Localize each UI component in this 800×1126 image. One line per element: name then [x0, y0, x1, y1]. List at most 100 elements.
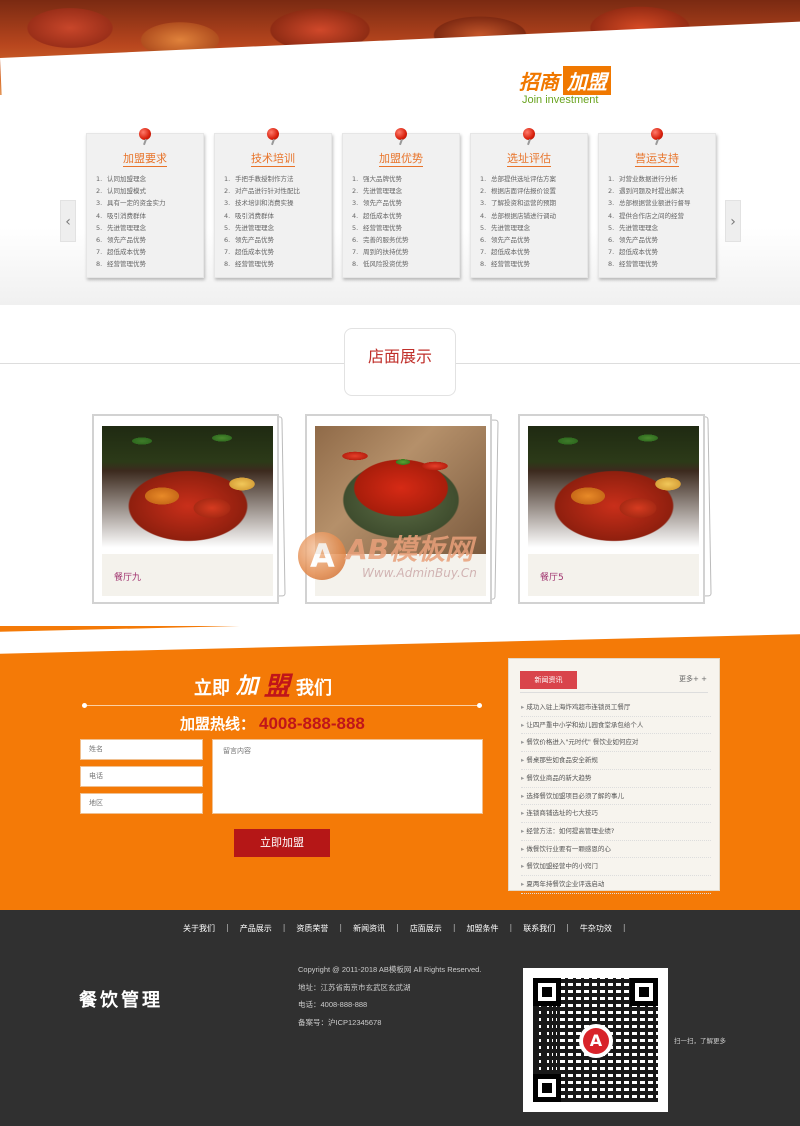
list-item: 5. 先进管理理念 [96, 223, 146, 232]
divider [82, 703, 482, 708]
news-item[interactable]: 成功入驻上海炸鸡超市连锁员工餐厅 [521, 699, 711, 717]
address-text: 地址：江苏省南京市玄武区玄武湖 [298, 982, 411, 992]
store-photo-label: 餐厅九 [114, 573, 142, 583]
list-item: 7. 超低成本优势 [224, 248, 274, 257]
carousel-next-button[interactable]: › [725, 200, 741, 242]
join-card: 选址评估 1. 总部提供选址评估方案 2. 根据店面评估报价设置 3. 了解投资和运营的预期… [470, 128, 588, 278]
footer-nav-link[interactable]: 新闻资讯 [353, 923, 385, 934]
list-item: 1. 手把手教授制作方法 [224, 175, 294, 183]
icp-text: 备案号：沪ICP12345678 [298, 1017, 382, 1027]
footer-info: Copyright @ 2011-2018 AB模板网 All Rights R… [298, 964, 481, 1034]
name-field[interactable] [80, 739, 203, 760]
footer-nav-link[interactable]: 店面展示 [410, 923, 442, 934]
store-photo[interactable] [528, 426, 699, 554]
list-item: 8. 经营管理优势 [96, 260, 146, 269]
list-item: 5. 经营管理优势 [352, 223, 402, 232]
hero-banner [0, 0, 800, 112]
list-item: 5. 先进管理理念 [608, 223, 658, 232]
join-card-list: 1. 手把手教授制作方法 2. 对产品进行针对性配比 3. 技术培训和消费实操 4. 吸引消费… [215, 173, 331, 271]
pushpin-icon [267, 128, 279, 140]
list-item: 8. 低风险投资优势 [352, 260, 409, 269]
list-item: 8. 经营管理优势 [224, 260, 274, 269]
news-item[interactable]: 选择餐饮加盟项目必须了解的事儿 [521, 788, 711, 806]
list-item: 2. 遇到问题及时提出解决 [608, 187, 684, 196]
copyright-text: Copyright @ 2011-2018 AB模板网 All Rights R… [298, 965, 482, 974]
list-item: 7. 超低成本优势 [480, 248, 530, 257]
news-panel: 新闻资讯 更多+ + 成功入驻上海炸鸡超市连锁员工餐厅让四严重中小学和幼儿园食堂… [508, 658, 720, 894]
qr-caption: 扫一扫，了解更多 [674, 1037, 726, 1045]
join-card: 技术培训 1. 手把手教授制作方法 2. 对产品进行针对性配比 3. 技术培训和消费实操 4.… [214, 128, 332, 278]
qr-code-icon [523, 968, 668, 1112]
watermark-brand: AB模板网 [346, 533, 474, 566]
region-field[interactable] [80, 793, 203, 814]
watermark-url: Www.AdminBuy.Cn [362, 566, 477, 580]
watermark: A AB模板网 Www.AdminBuy.Cn [298, 528, 508, 588]
store-photo-card[interactable]: 餐厅5 [518, 414, 705, 604]
list-item: 7. 超低成本优势 [96, 248, 146, 257]
news-item[interactable]: 餐饮业商品的新大趋势 [521, 770, 711, 788]
list-item: 8. 经营管理优势 [480, 260, 530, 269]
footer-nav: 关于我们 | 产品展示 | 资质荣誉 | 新闻资讯 | 店面展示 | 加盟条件 | 联系我们 | 牛杂功效 | [183, 923, 626, 934]
pushpin-icon [523, 128, 535, 140]
news-list: 成功入驻上海炸鸡超市连锁员工餐厅让四严重中小学和幼儿园食堂承包给个人餐饮价格进入… [521, 699, 711, 894]
cta-title: 立即 加 盟 我们 [194, 672, 333, 702]
hotline: 加盟热线： 4008-888-888 [180, 713, 365, 734]
join-card: 营运支持 1. 对营业数据进行分析 2. 遇到问题及时提出解决 3. 总部根据营业额进行督导… [598, 128, 716, 278]
hotline-label: 加盟热线： [180, 715, 256, 733]
join-heading: 招商 加盟 [519, 65, 611, 95]
join-submit-button[interactable]: 立即加盟 [234, 829, 330, 857]
pushpin-icon [395, 128, 407, 140]
tab-news[interactable]: 新闻资讯 [520, 671, 577, 689]
footer-nav-link[interactable]: 联系我们 [523, 923, 555, 934]
news-item[interactable]: 餐饮加盟经营中的小窍门 [521, 858, 711, 877]
join-card-list: 1. 对营业数据进行分析 2. 遇到问题及时提出解决 3. 总部根据营业额进行督导 4. 提供… [599, 173, 715, 271]
list-item: 6. 领先产品优势 [608, 236, 658, 245]
list-item: 2. 对产品进行针对性配比 [224, 187, 300, 196]
news-item[interactable]: 连锁商铺选址的七大技巧 [521, 805, 711, 823]
list-item: 6. 领先产品优势 [480, 236, 530, 245]
list-item: 1. 认同加盟理念 [96, 175, 146, 183]
store-photo[interactable] [102, 426, 273, 554]
list-item: 4. 总部根据店铺进行调动 [480, 211, 556, 220]
news-item[interactable]: 餐饮价格进入"元时代" 餐饮业如何应对 [521, 734, 711, 753]
join-subheading: Join investment [522, 94, 599, 106]
footer-nav-link[interactable]: 加盟条件 [467, 923, 499, 934]
list-item: 6. 领先产品优势 [224, 236, 274, 245]
list-item: 1. 强大品牌优势 [352, 175, 402, 183]
list-item: 6. 完善的服务优势 [352, 236, 409, 245]
list-item: 3. 具有一定的资金实力 [96, 199, 166, 208]
news-item[interactable]: 让四严重中小学和幼儿园食堂承包给个人 [521, 717, 711, 735]
qr-logo-icon [579, 1024, 613, 1058]
footer-nav-link[interactable]: 产品展示 [240, 923, 272, 934]
footer-nav-link[interactable]: 资质荣誉 [296, 923, 328, 934]
news-item[interactable]: 餐桌那些如食品安全新规 [521, 752, 711, 770]
pushpin-icon [139, 128, 151, 140]
list-item: 6. 领先产品优势 [96, 236, 146, 245]
store-photo-card[interactable]: 餐厅九 [92, 414, 279, 604]
footer-logo: 餐饮管理 [79, 990, 163, 1011]
join-heading-part1: 招商 [519, 69, 559, 94]
news-item[interactable]: 经营方法：如何提高管理业绩? [521, 823, 711, 841]
news-more-link[interactable]: 更多+ + [679, 674, 707, 684]
phone-field[interactable] [80, 766, 203, 787]
chevron-right-icon: › [730, 214, 736, 230]
join-card-title: 营运支持 [635, 152, 679, 165]
watermark-logo-icon: A [298, 532, 346, 580]
list-item: 3. 总部根据营业额进行督导 [608, 199, 691, 208]
carousel-prev-button[interactable]: ‹ [60, 200, 76, 242]
list-item: 3. 了解投资和运营的预期 [480, 199, 556, 208]
join-card-list: 1. 总部提供选址评估方案 2. 根据店面评估报价设置 3. 了解投资和运营的预期 4. 总部… [471, 173, 587, 271]
join-card-list: 1. 强大品牌优势 2. 先进管理理念 3. 领先产品优势 4. 超低成本优势 5. 经营管理优势… [343, 173, 459, 271]
footer-nav-link[interactable]: 牛杂功效 [580, 923, 612, 934]
list-item: 3. 领先产品优势 [352, 199, 402, 208]
news-item[interactable]: 做餐饮行业要有一颗感恩的心 [521, 841, 711, 859]
footer-nav-link[interactable]: 关于我们 [183, 923, 215, 934]
list-item: 5. 先进管理理念 [480, 223, 530, 232]
join-card-list: 1. 认同加盟理念 2. 认同加盟模式 3. 具有一定的资金实力 4. 吸引消费群体 5. 先进管… [87, 173, 203, 271]
list-item: 1. 对营业数据进行分析 [608, 175, 678, 183]
divider [0, 363, 344, 364]
list-item: 8. 经营管理优势 [608, 260, 658, 269]
news-item[interactable]: 夏两年持餐饮企业评选启动 [521, 876, 711, 894]
message-field[interactable] [212, 739, 483, 814]
join-heading-part2: 加盟 [563, 65, 611, 95]
